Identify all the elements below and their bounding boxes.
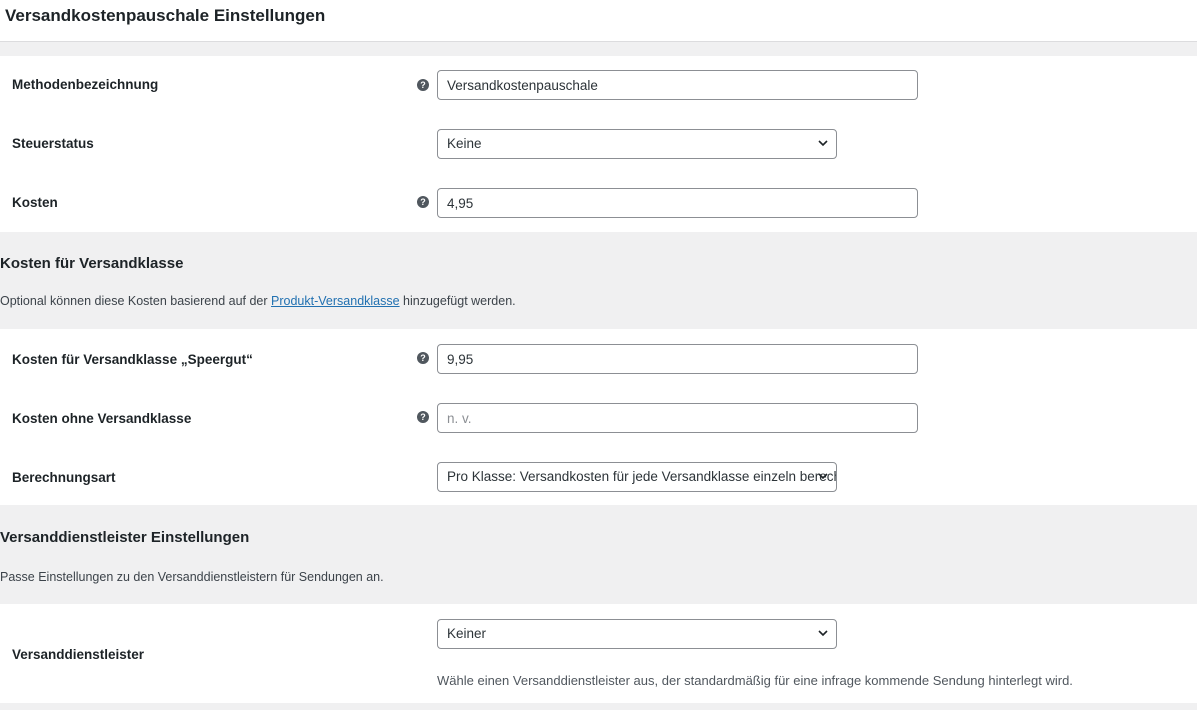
provider-settings-description: Passe Einstellungen zu den Versanddienst… [0,570,384,584]
no-class-cost-input[interactable] [437,403,918,433]
provider-row: Versanddienstleister Keiner Wähle einen … [0,604,1197,703]
method-title-input[interactable] [437,70,918,100]
class-costs-desc-suffix: hinzugefügt werden. [399,294,516,308]
class-costs-panel: Kosten für Versandklasse „Speergut“ ? Ko… [0,329,1197,505]
tax-status-row: Steuerstatus Keine [0,115,1197,174]
help-icon[interactable]: ? [417,79,429,91]
provider-settings-heading: Versanddienstleister Einstellungen [0,529,250,546]
provider-description: Wähle einen Versanddienstleister aus, de… [437,673,1073,688]
chevron-down-icon [818,473,828,480]
method-title-row: Methodenbezeichnung ? [0,56,1197,115]
class-costs-desc-prefix: Optional können diese Kosten basierend a… [0,294,272,308]
no-class-cost-row: Kosten ohne Versandklasse ? [0,388,1197,447]
provider-select[interactable]: Keiner [437,619,837,649]
speergut-cost-label: Kosten für Versandklasse „Speergut“ [12,352,253,367]
cost-input[interactable] [437,188,918,218]
shipping-class-link[interactable]: Produkt-Versandklasse [271,294,400,308]
method-title-label: Methodenbezeichnung [12,77,159,92]
tax-status-select[interactable]: Keine [437,129,837,159]
no-class-cost-label: Kosten ohne Versandklasse [12,411,192,426]
calculation-type-select[interactable]: Pro Klasse: Versandkosten für jede Versa… [437,462,837,492]
help-icon[interactable]: ? [417,196,429,208]
calculation-type-selected-value: Pro Klasse: Versandkosten für jede Versa… [447,469,837,484]
help-icon[interactable]: ? [417,352,429,364]
class-costs-description: Optional können diese Kosten basierend a… [0,294,516,308]
provider-selected-value: Keiner [447,626,487,641]
provider-panel: Versanddienstleister Keiner Wähle einen … [0,604,1197,703]
chevron-down-icon [818,140,828,147]
tax-status-selected-value: Keine [447,136,482,151]
speergut-cost-row: Kosten für Versandklasse „Speergut“ ? [0,329,1197,388]
settings-page: Versandkostenpauschale Einstellungen Met… [0,0,1197,710]
calculation-type-label: Berechnungsart [12,470,116,485]
general-settings-panel: Methodenbezeichnung ? Steuerstatus Keine… [0,56,1197,232]
chevron-down-icon [818,630,828,637]
speergut-cost-input[interactable] [437,344,918,374]
calculation-type-row: Berechnungsart Pro Klasse: Versandkosten… [0,447,1197,505]
class-costs-heading: Kosten für Versandklasse [0,255,184,272]
header: Versandkostenpauschale Einstellungen [0,0,1197,42]
page-title: Versandkostenpauschale Einstellungen [5,6,326,25]
help-icon[interactable]: ? [417,411,429,423]
provider-label: Versanddienstleister [12,647,145,662]
cost-row: Kosten ? [0,174,1197,232]
tax-status-label: Steuerstatus [12,136,94,151]
cost-label: Kosten [12,195,58,210]
